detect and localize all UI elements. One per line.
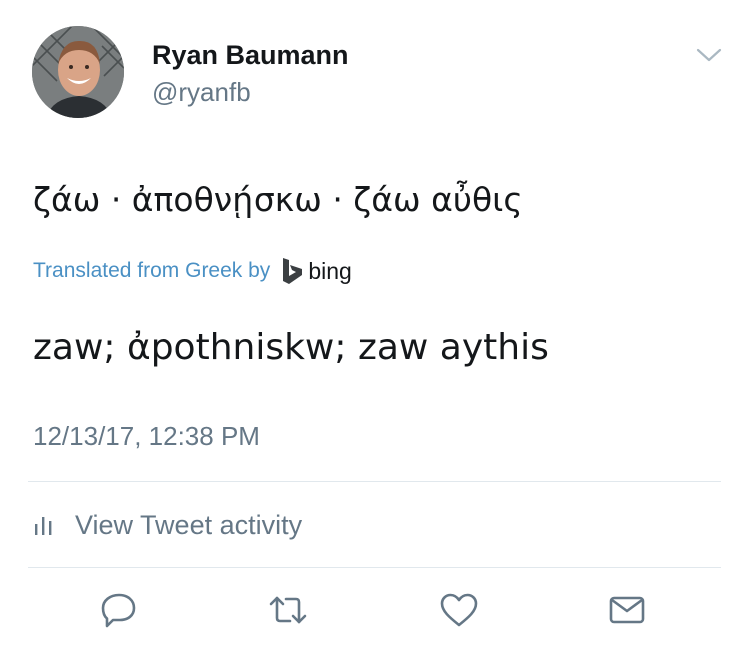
translation-attribution: Translated from Greek by bing <box>33 255 352 287</box>
chevron-down-icon[interactable] <box>694 44 724 66</box>
reply-icon <box>101 593 136 628</box>
translated-text: zaw; ἀpothniskw; zaw aythis <box>33 327 549 368</box>
view-tweet-activity-label: View Tweet activity <box>75 509 303 540</box>
bar-chart-icon <box>33 514 53 536</box>
bing-logo-icon <box>280 256 304 286</box>
reply-button[interactable] <box>99 590 139 630</box>
tweet-timestamp: 12/13/17, 12:38 PM <box>33 421 260 451</box>
avatar[interactable] <box>32 26 124 118</box>
translated-from-link[interactable]: Translated from Greek by <box>33 259 270 283</box>
translator-name: bing <box>308 257 352 284</box>
heart-icon <box>440 593 478 627</box>
envelope-icon <box>609 596 645 624</box>
tweet-text: ζάω · ἀποθνῄσκω · ζάω αὖθις <box>33 180 523 219</box>
retweet-icon <box>269 596 307 624</box>
divider <box>28 481 721 482</box>
direct-message-button[interactable] <box>607 590 647 630</box>
view-tweet-activity-button[interactable]: View Tweet activity <box>33 505 302 545</box>
avatar-photo <box>32 26 124 118</box>
retweet-button[interactable] <box>268 590 308 630</box>
divider <box>28 567 721 568</box>
like-button[interactable] <box>439 590 479 630</box>
author-name[interactable]: Ryan Baumann <box>152 40 349 71</box>
author-handle[interactable]: @ryanfb <box>152 77 251 108</box>
